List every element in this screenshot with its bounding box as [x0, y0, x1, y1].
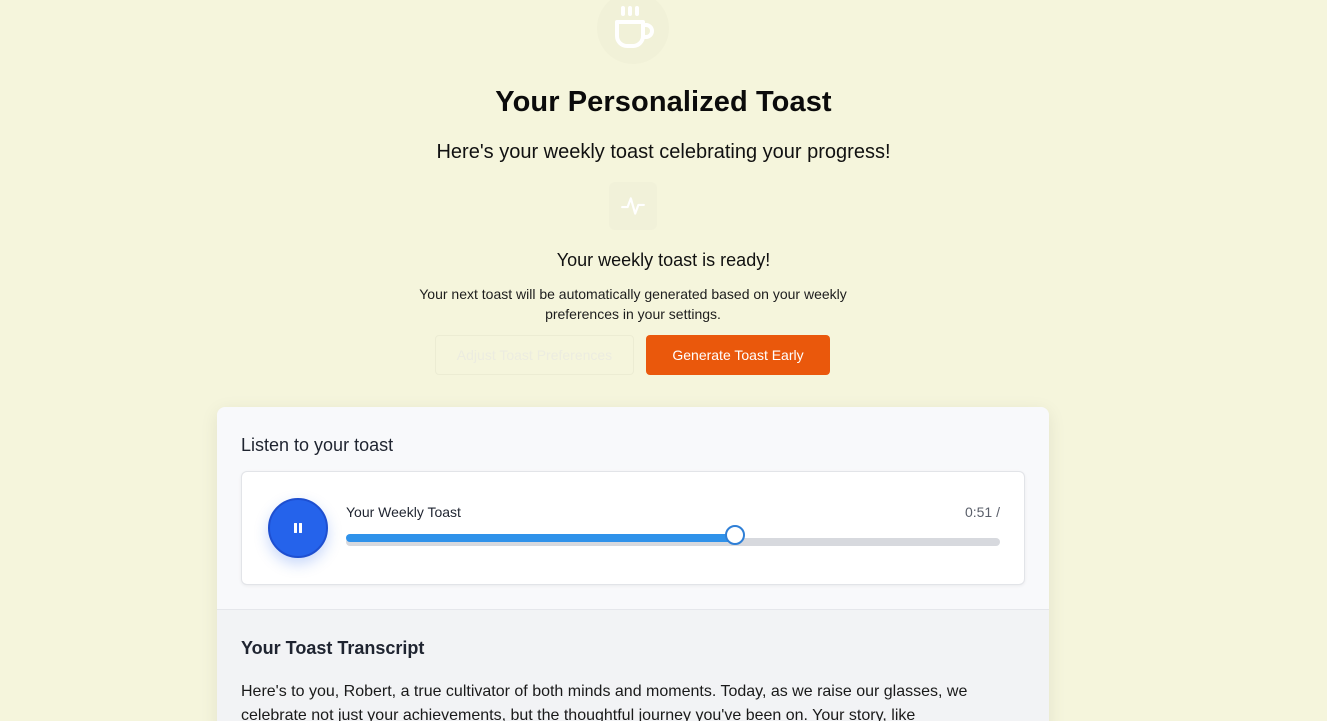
toast-page: Your Personalized Toast Here's your week… [0, 0, 1327, 721]
progress-fill [346, 534, 736, 542]
playback-time: 0:51 / [964, 504, 1000, 520]
page-subtitle: Here's your weekly toast celebrating you… [436, 141, 891, 163]
pause-icon [294, 523, 302, 533]
audio-player: Your Weekly Toast 0:51 / [241, 471, 1025, 585]
adjust-preferences-button[interactable]: Adjust Toast Preferences [435, 335, 634, 375]
status-icon-box [609, 182, 657, 230]
generate-toast-early-button[interactable]: Generate Toast Early [646, 335, 830, 375]
transcript-text: Here's to you, Robert, a true cultivator… [241, 683, 968, 721]
pause-button[interactable] [268, 498, 328, 558]
coffee-cup-icon [615, 6, 654, 48]
track-title: Your Weekly Toast [346, 504, 461, 520]
hero-icon-circle [597, 0, 669, 64]
progress-bar[interactable] [346, 525, 1000, 546]
progress-thumb[interactable] [725, 525, 746, 545]
transcript-section: Your Toast Transcript Here's to you, Rob… [217, 609, 1049, 721]
toast-ready-message: Your weekly toast is ready! [556, 250, 771, 270]
toast-audio-card: Listen to your toast Your Weekly Toast 0… [217, 407, 1049, 721]
schedule-note: Your next toast will be automatically ge… [419, 286, 847, 322]
transcript-heading: Your Toast Transcript [241, 638, 425, 658]
activity-pulse-icon [621, 197, 645, 215]
listen-heading: Listen to your toast [241, 435, 394, 455]
page-title: Your Personalized Toast [495, 86, 832, 118]
